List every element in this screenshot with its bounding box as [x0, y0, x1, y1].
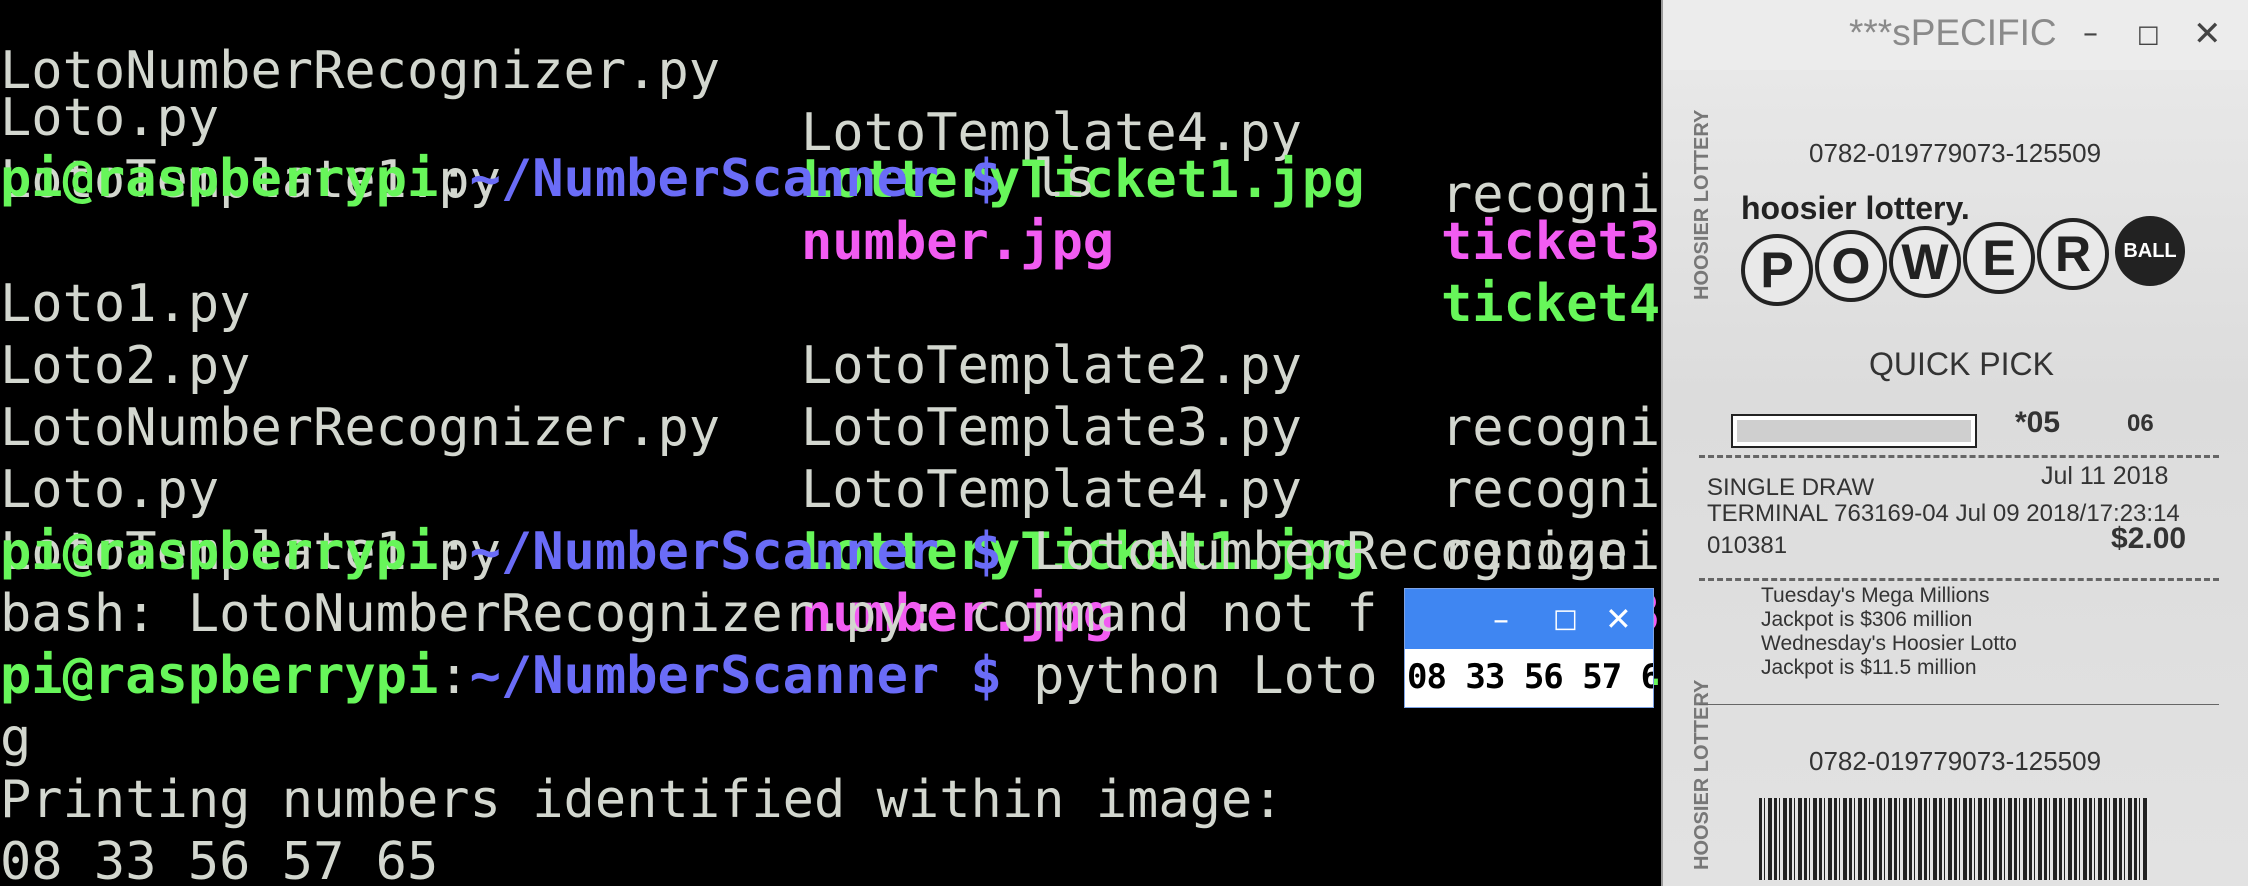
file-name: LotoTemplate3.py	[801, 398, 1302, 458]
terminal-line: Loto.py LotteryTicket1.jpg ticket3	[0, 397, 1660, 644]
lottery-ticket-image: HOOSIER LOTTERY HOOSIER LOTTERY 0782-019…	[1663, 70, 2248, 886]
ticket-price: $2.00	[2111, 522, 2187, 555]
powerball-logo-letter: O	[1815, 230, 1887, 302]
window-title: ***sPECIFIC	[1849, 12, 2057, 53]
powerball-logo-letter: R	[2037, 218, 2109, 290]
ticket-divider	[1699, 455, 2219, 458]
terminal-line: bash: LotoNumberRecognizer.py: command n…	[0, 583, 1378, 645]
output-text: 08 33 56 57 65	[0, 832, 439, 886]
ticket-barcode	[1759, 798, 2149, 880]
ticket-serial-top: 0782-019779073-125509	[1809, 138, 2102, 168]
ticket-promo: Jackpot is $306 million	[1761, 608, 1973, 631]
file-name: recogni	[1441, 460, 1661, 520]
prompt-path: ~/NumberScanner $	[469, 522, 1002, 582]
ticket-quick-pick: QUICK PICK	[1869, 346, 2054, 382]
ticket-code: 010381	[1707, 532, 1788, 559]
prompt-line: pi@raspberrypi:~/NumberScanner $ python …	[0, 645, 1378, 707]
file-name: ticket3	[1441, 212, 1661, 272]
ticket-promo: Wednesday's Hoosier Lotto	[1761, 632, 2017, 655]
popup-titlebar[interactable]: – □ ✕	[1405, 589, 1653, 649]
file-name: number.jpg	[801, 212, 1115, 272]
ticket-divider	[1699, 704, 2219, 705]
command-text: LotoNumberRecognize	[1001, 522, 1628, 582]
ticket-serial-bottom: 0782-019779073-125509	[1809, 746, 2102, 776]
ticket-brand: hoosier lottery.	[1741, 190, 1970, 226]
ticket-promo: Tuesday's Mega Millions	[1761, 584, 1990, 607]
ticket-side-text: HOOSIER LOTTERY	[1691, 109, 1713, 300]
image-viewer-window[interactable]: ***sPECIFIC – □ ✕ HOOSIER LOTTERY HOOSIE…	[1661, 0, 2248, 886]
terminal-line: Loto.py LotteryTicket1.jpg ticket3	[0, 25, 1660, 272]
terminal-line: Printing numbers identified within image…	[0, 769, 1284, 831]
terminal-line: LotoNumberRecognizer.py LotoTemplate4.py…	[0, 335, 1660, 582]
ticket-terminal: TERMINAL 763169-04 Jul 09 2018/17:23:14	[1707, 500, 2180, 527]
minimize-icon[interactable]: –	[1493, 599, 1509, 639]
prompt-line: pi@raspberrypi:~/NumberScanner $ LotoNum…	[0, 521, 1628, 583]
file-name: ticket4	[1441, 274, 1661, 334]
file-name: recogni	[1441, 398, 1661, 458]
prompt-user: pi@raspberrypi	[0, 646, 439, 706]
file-name: LotoTemplate4.py	[801, 460, 1302, 520]
ticket-powerball-pick: *05	[2015, 406, 2061, 439]
prompt-user: pi@raspberrypi	[0, 149, 439, 209]
ticket-power-play: 06	[2127, 410, 2154, 437]
prompt-path: ~/NumberScanner $	[469, 646, 1002, 706]
ticket-draw-date: Jul 11 2018	[2041, 462, 2169, 490]
terminal-line: Loto2.py LotoTemplate3.py recogni	[0, 273, 1660, 520]
command-text: ls	[1001, 149, 1096, 209]
prompt-separator: :	[438, 646, 470, 706]
close-icon[interactable]: ✕	[1605, 599, 1632, 639]
ticket-divider	[1699, 578, 2219, 581]
terminal-line: LotoTemplate1.py number.jpg ticket4	[0, 87, 1660, 334]
terminal-line: g	[0, 707, 31, 769]
minimize-icon[interactable]: –	[2083, 14, 2098, 54]
prompt-separator: :	[438, 522, 470, 582]
detected-number-highlight	[1733, 416, 1975, 446]
command-text: python Loto	[1001, 646, 1378, 706]
terminal-line: 08 33 56 57 65	[0, 831, 438, 886]
maximize-icon[interactable]: □	[2137, 14, 2160, 54]
prompt-path: ~/NumberScanner $	[469, 149, 1002, 209]
powerball-logo-letter: W	[1889, 226, 1961, 298]
terminal-line: LotoTemplate1.py number.jpg ticket4	[0, 459, 1660, 706]
prompt-line: pi@raspberrypi:~/NumberScanner $ ls	[0, 148, 1096, 210]
terminal-line: Loto1.py LotoTemplate2.py recogni	[0, 211, 1660, 458]
recognized-numbers-image: 08 33 56 57 65	[1407, 657, 1653, 697]
numbers-popup-window[interactable]: – □ ✕ 08 33 56 57 65	[1404, 588, 1654, 708]
ticket-side-text: HOOSIER LOTTERY	[1691, 679, 1713, 870]
powerball-logo-ball: BALL	[2115, 216, 2185, 286]
close-icon[interactable]: ✕	[2193, 14, 2222, 54]
output-text: g	[0, 708, 32, 768]
powerball-logo-letter: E	[1963, 222, 2035, 294]
maximize-icon[interactable]: □	[1553, 599, 1578, 639]
output-text: Printing numbers identified within image…	[0, 770, 1284, 830]
ticket-promo: Jackpot is $11.5 million	[1761, 656, 1977, 679]
prompt-separator: :	[438, 149, 470, 209]
window-titlebar[interactable]: ***sPECIFIC – □ ✕	[1663, 0, 2248, 71]
file-name: LotoTemplate2.py	[801, 336, 1302, 396]
powerball-logo-letter: P	[1741, 234, 1813, 306]
prompt-user: pi@raspberrypi	[0, 522, 439, 582]
output-text: bash: LotoNumberRecognizer.py: command n…	[0, 584, 1378, 644]
ticket-draw-type: SINGLE DRAW	[1707, 474, 1875, 501]
